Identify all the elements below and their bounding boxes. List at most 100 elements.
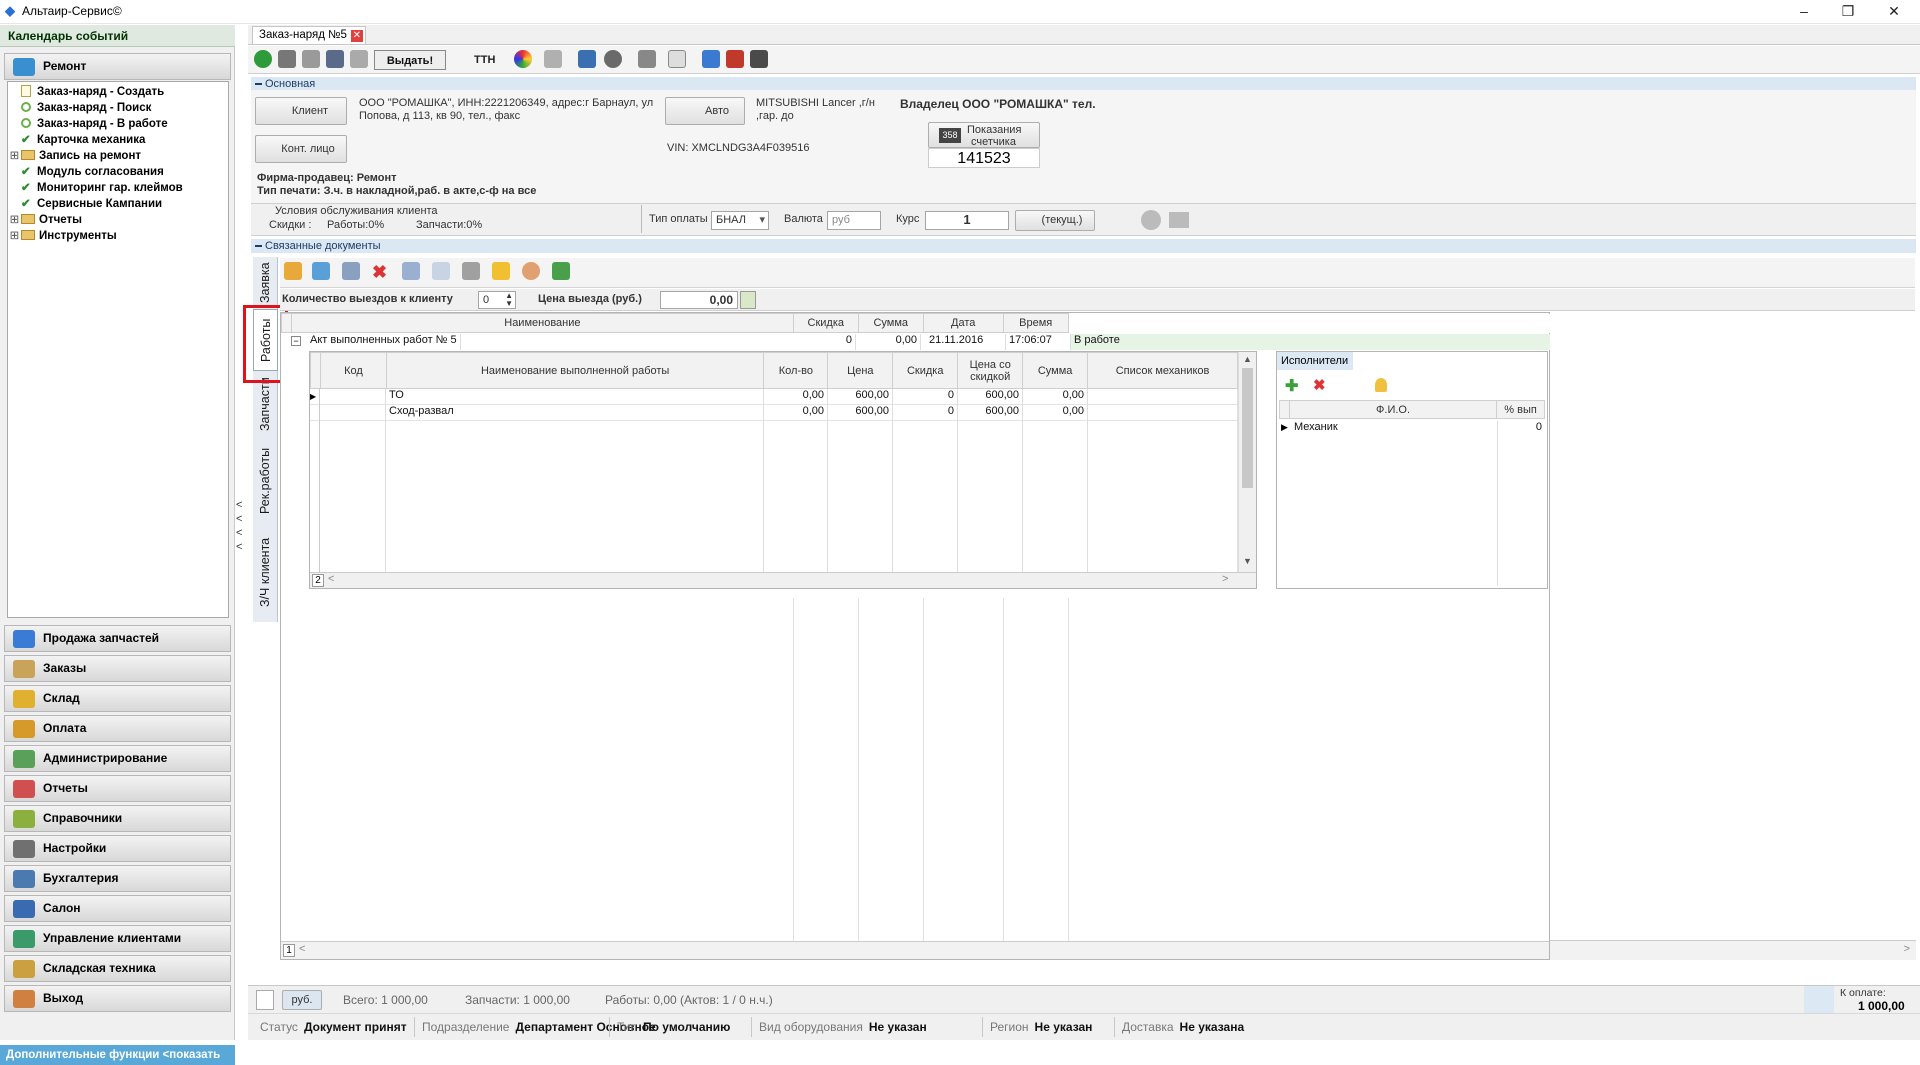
executor-row[interactable]: ▶ Механик 0 bbox=[1279, 421, 1545, 437]
currency-button[interactable]: руб. bbox=[282, 990, 322, 1010]
panel-collapse-handle[interactable]: < < < < bbox=[236, 498, 246, 554]
col-qty[interactable]: Кол-во bbox=[763, 352, 829, 389]
user-icon[interactable] bbox=[1141, 210, 1161, 230]
print-icon[interactable] bbox=[544, 50, 562, 70]
vertical-tab[interactable]: Рек.работы bbox=[253, 437, 278, 525]
col-price[interactable]: Цена bbox=[827, 352, 894, 389]
group-button[interactable]: Администрирование bbox=[4, 745, 231, 772]
report-icon[interactable] bbox=[726, 50, 744, 70]
tree-item[interactable]: ✔ Карточка механика bbox=[8, 132, 145, 148]
color-circle-icon[interactable] bbox=[514, 50, 532, 70]
col-fio[interactable]: Ф.И.О. bbox=[1288, 400, 1498, 419]
tree-item[interactable]: ✔ Модуль согласования bbox=[8, 164, 164, 180]
group-button[interactable]: Салон bbox=[4, 895, 231, 922]
transfer-icon[interactable] bbox=[326, 50, 344, 70]
trip-price-input[interactable]: 0,00 bbox=[660, 291, 738, 309]
printer-icon[interactable] bbox=[462, 262, 480, 282]
table-row[interactable]: ▶ ТО 0,00 600,00 0 600,00 0,00 bbox=[310, 389, 1238, 405]
add-executor-icon[interactable]: ✚ bbox=[1285, 376, 1298, 396]
gear-icon[interactable] bbox=[604, 50, 622, 70]
screen-icon[interactable] bbox=[578, 50, 596, 70]
horizontal-scrollbar[interactable]: > bbox=[1550, 940, 1916, 960]
group-button[interactable]: Настройки bbox=[4, 835, 231, 862]
delete-icon[interactable] bbox=[278, 50, 296, 70]
collapse-icon[interactable]: − bbox=[291, 336, 301, 346]
executors-tab[interactable]: Исполнители bbox=[1277, 352, 1353, 370]
col-percent[interactable]: % вып bbox=[1496, 400, 1545, 419]
group-button[interactable]: Отчеты bbox=[4, 775, 231, 802]
chevron-up-icon[interactable]: ▲ bbox=[1243, 354, 1252, 364]
pay-type-select[interactable]: БНАЛ ▾ bbox=[711, 211, 769, 230]
col-disc-price[interactable]: Цена со скидкой bbox=[957, 352, 1024, 389]
vertical-tab[interactable]: Заявка bbox=[253, 257, 278, 309]
group-button[interactable]: Складская техника bbox=[4, 955, 231, 982]
expand-icon[interactable]: ⊞ bbox=[8, 148, 21, 164]
remove-icon[interactable] bbox=[342, 262, 360, 282]
undo-icon[interactable] bbox=[302, 50, 320, 70]
currency-input[interactable]: руб bbox=[827, 211, 881, 230]
tree-item[interactable]: ⊞ Запись на ремонт bbox=[8, 148, 141, 164]
calendar-header[interactable]: Календарь событий bbox=[0, 25, 235, 47]
grid-icon[interactable] bbox=[750, 50, 768, 70]
col-total[interactable]: Сумма bbox=[1022, 352, 1089, 389]
vertical-tab[interactable]: З/Ч клиента bbox=[253, 525, 278, 619]
group-button[interactable]: Справочники bbox=[4, 805, 231, 832]
stepper-icon[interactable]: ▲ ▼ bbox=[505, 292, 513, 308]
table-row[interactable]: Сход-развал 0,00 600,00 0 600,00 0,00 bbox=[310, 405, 1238, 421]
group-button[interactable]: Управление клиентами bbox=[4, 925, 231, 952]
section-basic[interactable]: Основная bbox=[251, 77, 1916, 91]
delete-red-icon[interactable]: ✖ bbox=[372, 262, 387, 282]
act-row[interactable]: − Акт выполненных работ № 5 0 0,00 21.11… bbox=[281, 334, 1551, 350]
current-rate-button[interactable]: (текущ.) bbox=[1015, 210, 1095, 231]
tree-item[interactable]: ✔ Мониторинг гар. клеймов bbox=[8, 180, 183, 196]
refresh-icon[interactable] bbox=[254, 50, 272, 70]
edit-icon[interactable] bbox=[740, 291, 756, 309]
document-icon[interactable] bbox=[256, 990, 274, 1010]
col-mechanics[interactable]: Список механиков bbox=[1087, 352, 1238, 389]
add-icon[interactable] bbox=[312, 262, 330, 282]
new-document-icon[interactable] bbox=[284, 262, 302, 282]
group-button[interactable]: Бухгалтерия bbox=[4, 865, 231, 892]
odometer-button[interactable]: 358 Показания счетчика bbox=[928, 122, 1040, 148]
users-icon[interactable] bbox=[522, 262, 540, 282]
scroll-right-icon[interactable]: > bbox=[1222, 573, 1228, 585]
issue-button[interactable]: Выдать! bbox=[374, 50, 446, 70]
chevron-down-icon[interactable]: ▼ bbox=[1243, 556, 1252, 566]
chart-icon[interactable] bbox=[702, 50, 720, 70]
close-tab-icon[interactable]: ✕ bbox=[350, 30, 363, 42]
close-button[interactable]: ✕ bbox=[1872, 0, 1916, 22]
group-button[interactable]: Заказы bbox=[4, 655, 231, 682]
more-functions-link[interactable]: Дополнительные функции <показать bbox=[0, 1045, 235, 1065]
expand-icon[interactable]: ⊞ bbox=[8, 212, 21, 228]
scroll-left-icon[interactable]: < bbox=[299, 943, 305, 955]
person-icon[interactable] bbox=[1375, 378, 1387, 392]
scroll-thumb[interactable] bbox=[1242, 368, 1253, 488]
vertical-scrollbar[interactable]: ▲ ▼ bbox=[1238, 352, 1256, 572]
remove-executor-icon[interactable]: ✖ bbox=[1313, 376, 1326, 394]
minimize-button[interactable]: – bbox=[1782, 0, 1826, 22]
col-sum[interactable]: Сумма bbox=[857, 313, 924, 333]
tab-order-5[interactable]: Заказ-наряд №5 ✕ bbox=[252, 26, 366, 44]
rate-input[interactable]: 1 bbox=[925, 211, 1009, 230]
scroll-right-icon[interactable]: > bbox=[1904, 943, 1910, 955]
comment-icon[interactable] bbox=[1169, 212, 1189, 228]
group-button[interactable]: Продажа запчастей bbox=[4, 625, 231, 652]
car-icon[interactable] bbox=[638, 50, 656, 70]
window-icon[interactable] bbox=[432, 262, 450, 282]
ttn-button[interactable]: ТТН bbox=[474, 50, 495, 70]
col-time[interactable]: Время bbox=[1002, 313, 1069, 333]
arrow-right-icon[interactable] bbox=[402, 262, 420, 282]
contact-button[interactable]: Конт. лицо bbox=[255, 135, 347, 163]
restore-button[interactable]: ❐ bbox=[1826, 0, 1870, 22]
tree-item[interactable]: ✔ Сервисные Кампании bbox=[8, 196, 162, 212]
col-work-name[interactable]: Наименование выполненной работы bbox=[385, 352, 765, 389]
col-date[interactable]: Дата bbox=[922, 313, 1004, 333]
col-code[interactable]: Код bbox=[319, 352, 387, 389]
tree-item[interactable]: ⊞ Инструменты bbox=[8, 228, 117, 244]
tree-item[interactable]: Заказ-наряд - Поиск bbox=[8, 100, 151, 116]
expand-icon[interactable]: ⊞ bbox=[8, 228, 21, 244]
section-linked-docs[interactable]: Связанные документы bbox=[251, 239, 1916, 253]
mail-icon[interactable] bbox=[668, 50, 686, 70]
group-button[interactable]: Выход bbox=[4, 985, 231, 1012]
auto-button[interactable]: Авто bbox=[665, 97, 745, 125]
